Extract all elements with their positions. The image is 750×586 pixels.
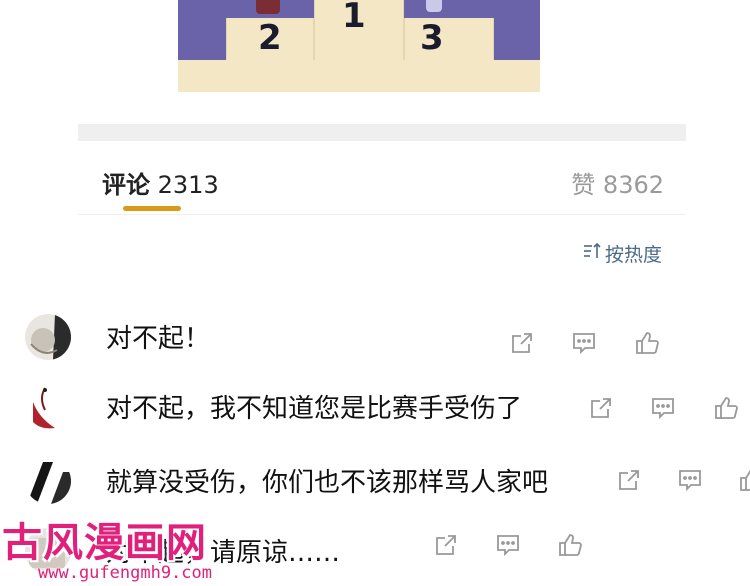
podium-label-3: 3 (420, 18, 444, 58)
figure-feet (256, 0, 280, 14)
comment-row: 就算没受伤，你们也不该那样骂人家吧 (0, 458, 750, 518)
podium-label-2: 2 (258, 18, 282, 58)
like-icon[interactable] (557, 532, 583, 558)
sort-icon (582, 241, 602, 266)
avatar[interactable] (25, 314, 71, 360)
active-tab-indicator (123, 206, 181, 211)
tab-comments[interactable]: 评论 2313 (102, 165, 219, 200)
podium-image: 2 1 3 (178, 0, 540, 92)
podium-base (178, 60, 540, 92)
like-icon[interactable] (738, 467, 750, 493)
tab-likes[interactable]: 赞 8362 (571, 165, 664, 200)
comment-text: 对不起，我不知道您是比赛手受伤了 (106, 394, 523, 424)
tab-likes-count: 8362 (602, 171, 664, 199)
comment-tabs: 评论 2313 赞 8362 (78, 141, 686, 215)
comment-text: 就算没受伤，你们也不该那样骂人家吧 (106, 468, 549, 498)
sort-by-hot-button[interactable]: 按热度 (582, 240, 662, 267)
figure-feet (426, 0, 442, 12)
avatar[interactable] (25, 384, 71, 430)
tab-comments-count: 2313 (157, 171, 219, 199)
tab-comments-label: 评论 (102, 171, 150, 199)
avatar[interactable] (25, 458, 71, 504)
site-watermark: 古风漫画网 www.gufengmh9.com (0, 510, 215, 586)
comment-text: 对不起！ (106, 324, 211, 354)
like-icon[interactable] (713, 395, 739, 421)
sort-label: 按热度 (605, 244, 663, 266)
tab-likes-label: 赞 (571, 171, 596, 199)
watermark-title: 古风漫画网 (2, 520, 207, 566)
reply-icon[interactable] (677, 467, 703, 493)
reply-icon[interactable] (571, 330, 597, 356)
share-icon[interactable] (433, 532, 459, 558)
section-divider (78, 124, 686, 141)
reply-icon[interactable] (495, 532, 521, 558)
watermark-url: www.gufengmh9.com (38, 563, 212, 583)
like-icon[interactable] (634, 330, 660, 356)
podium-label-1: 1 (342, 0, 366, 36)
share-icon[interactable] (588, 395, 614, 421)
reply-icon[interactable] (650, 395, 676, 421)
share-icon[interactable] (509, 330, 535, 356)
comment-row: 对不起！ (0, 314, 750, 374)
share-icon[interactable] (616, 467, 642, 493)
comment-row: 对不起，我不知道您是比赛手受伤了 (0, 384, 750, 444)
